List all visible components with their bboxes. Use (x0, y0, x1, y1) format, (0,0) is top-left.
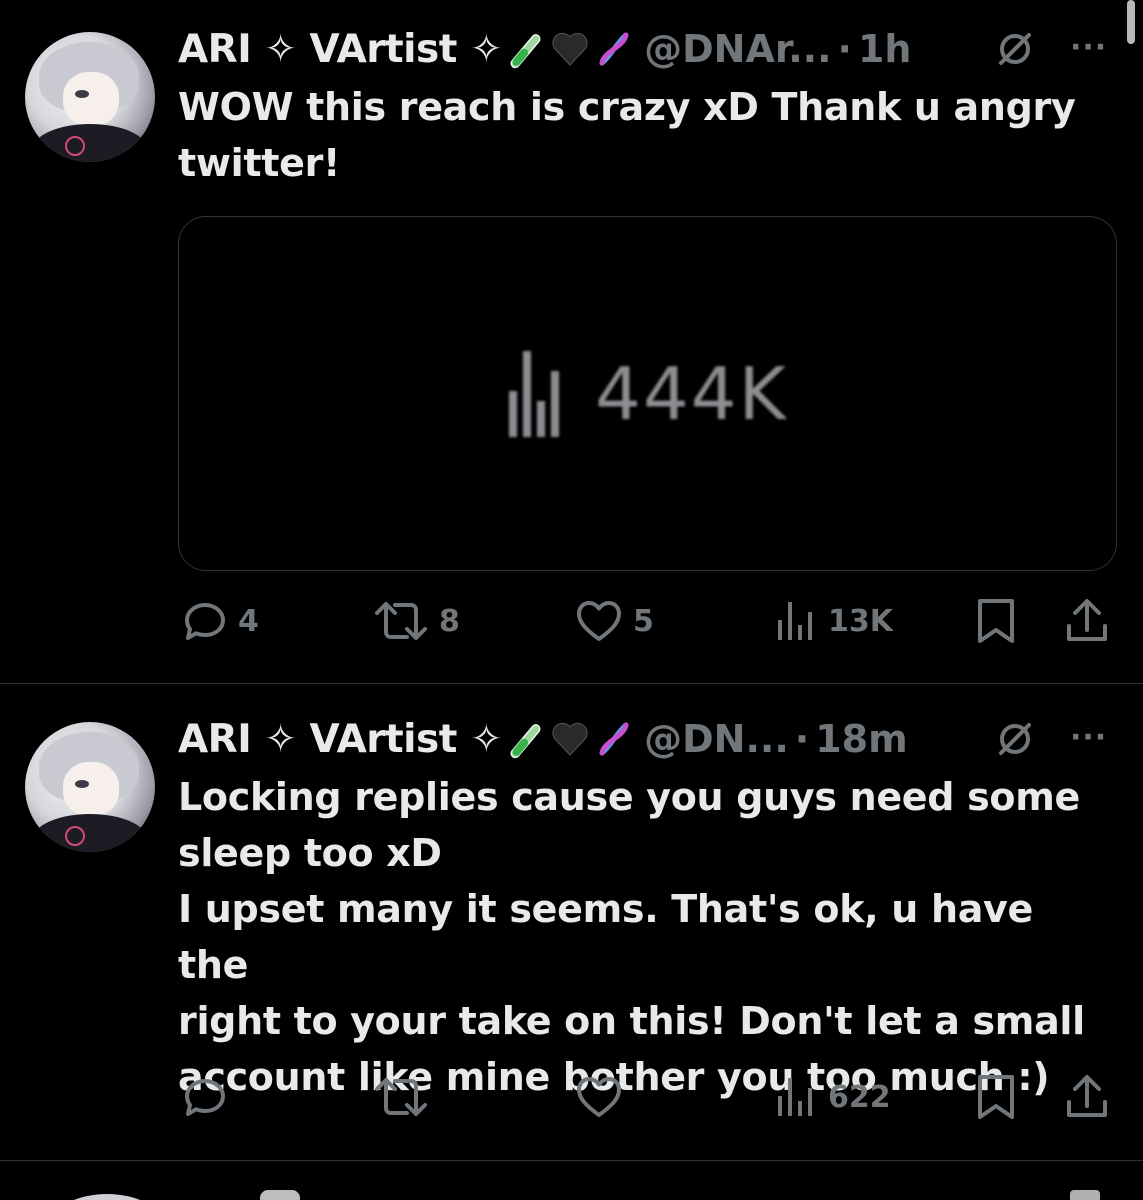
black-heart-emoji (552, 722, 588, 756)
views-icon (778, 1078, 812, 1116)
more-icon[interactable] (1070, 1190, 1100, 1200)
share-icon[interactable] (1063, 596, 1111, 646)
dna-emoji (599, 32, 629, 66)
test-tube-emoji (510, 724, 541, 759)
views-icon (778, 602, 812, 640)
grok-icon[interactable] (995, 29, 1035, 69)
bookmark-icon[interactable] (973, 1072, 1019, 1122)
media-views-count: 444K (595, 351, 788, 436)
display-name[interactable]: ARI ✧ VArtist ✧ (178, 27, 503, 72)
avatar[interactable] (52, 1194, 162, 1200)
test-tube-emoji (510, 34, 541, 69)
more-icon[interactable]: ··· (1070, 30, 1107, 65)
like-icon (577, 1077, 621, 1117)
views-icon (509, 350, 560, 437)
like-icon (577, 601, 621, 641)
more-icon[interactable]: ··· (1070, 720, 1107, 755)
bookmark-icon[interactable] (973, 596, 1019, 646)
handle[interactable]: @DNAr... (644, 27, 831, 71)
display-name[interactable]: ARI ✧ VArtist ✧ (178, 717, 503, 762)
like-button[interactable]: 5 (575, 596, 654, 646)
dna-emoji (599, 722, 629, 756)
repost-button[interactable] (373, 1072, 439, 1122)
handle[interactable]: @DN... (644, 717, 789, 761)
tweet-divider (0, 683, 1143, 684)
grok-icon[interactable] (995, 719, 1035, 759)
tweet-1[interactable]: ARI ✧ VArtist ✧ @DNAr... · 1h ··· WOW th… (0, 24, 1143, 674)
repost-button[interactable]: 8 (373, 596, 460, 646)
tweet-divider (0, 1160, 1143, 1161)
tweet-header: ARI ✧ VArtist ✧ @DNAr... · 1h (178, 24, 911, 74)
tweet-3-partial[interactable] (0, 1188, 1143, 1200)
reply-button[interactable]: 4 (182, 596, 259, 646)
repost-icon (375, 602, 427, 640)
tweet-header: ARI ✧ VArtist ✧ @DN... · 18m (178, 714, 908, 764)
views-button[interactable]: 13K (776, 596, 893, 646)
avatar[interactable] (25, 722, 155, 852)
separator: · (794, 717, 810, 761)
separator: · (837, 27, 852, 71)
black-heart-emoji (552, 32, 588, 66)
views-button[interactable]: 622 (776, 1072, 891, 1122)
timestamp[interactable]: 1h (858, 27, 912, 71)
tweet-text: Locking replies cause you guys need some… (178, 775, 1085, 1099)
avatar[interactable] (25, 32, 155, 162)
display-name[interactable] (260, 1190, 300, 1200)
media-card[interactable]: 444K (178, 216, 1117, 571)
reply-icon (185, 603, 225, 640)
tweet-2[interactable]: ARI ✧ VArtist ✧ @DN... · 18m ··· Locking… (0, 714, 1143, 1154)
like-button[interactable] (575, 1072, 633, 1122)
share-icon[interactable] (1063, 1072, 1111, 1122)
repost-icon (375, 1078, 427, 1116)
timestamp[interactable]: 18m (815, 717, 907, 761)
tweet-text: WOW this reach is crazy xD Thank u angry… (178, 85, 1076, 185)
action-bar: 4 8 5 13K (178, 596, 1113, 646)
reply-button[interactable] (182, 1072, 238, 1122)
action-bar: 622 (178, 1072, 1113, 1122)
reply-icon (185, 1079, 225, 1116)
